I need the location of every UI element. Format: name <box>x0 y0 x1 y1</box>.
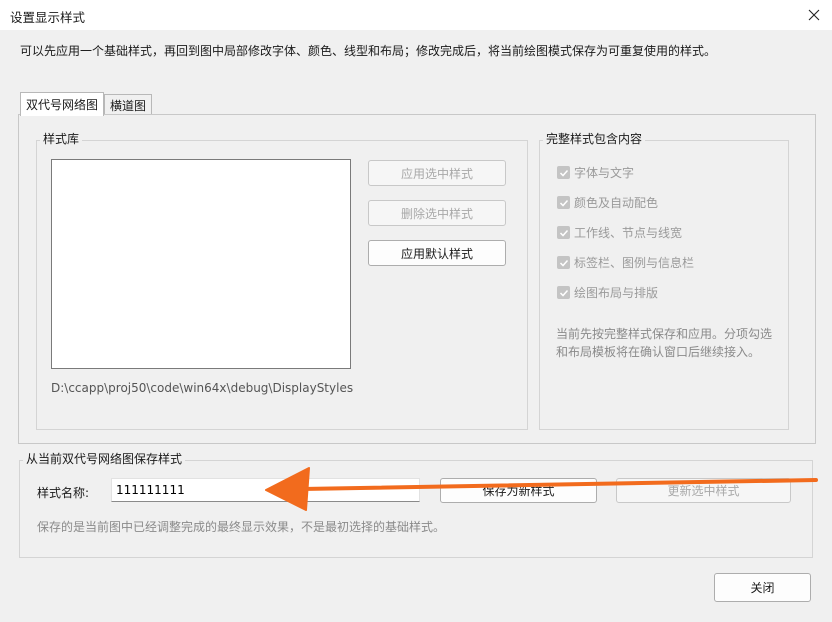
checkbox-checked-icon <box>557 226 570 239</box>
close-icon <box>808 9 820 21</box>
checkbox-labels-legend[interactable]: 标签栏、图例与信息栏 <box>557 254 694 271</box>
instruction-text: 可以先应用一个基础样式，再回到图中局部修改字体、颜色、线型和布局；修改完成后，将… <box>20 44 717 58</box>
checkbox-label: 标签栏、图例与信息栏 <box>574 256 695 270</box>
checkbox-checked-icon <box>557 166 570 179</box>
style-name-input[interactable] <box>111 478 420 502</box>
tab-gantt-chart[interactable]: 横道图 <box>104 94 152 116</box>
checkbox-checked-icon <box>557 256 570 269</box>
style-name-label: 样式名称: <box>37 486 90 500</box>
apply-default-style-button[interactable]: 应用默认样式 <box>368 240 506 266</box>
checkbox-checked-icon <box>557 196 570 209</box>
close-button[interactable]: 关闭 <box>714 573 811 602</box>
checkbox-font-text[interactable]: 字体与文字 <box>557 164 634 181</box>
checkbox-label: 字体与文字 <box>574 166 635 180</box>
contents-note: 当前先按完整样式保存和应用。分项勾选和布局模板将在确认窗口后继续接入。 <box>556 327 773 359</box>
save-style-label: 从当前双代号网络图保存样式 <box>23 452 186 466</box>
tab-network-diagram[interactable]: 双代号网络图 <box>20 92 104 116</box>
checkbox-lines-nodes[interactable]: 工作线、节点与线宽 <box>557 224 682 241</box>
checkbox-label: 颜色及自动配色 <box>574 196 659 210</box>
checkbox-label: 工作线、节点与线宽 <box>574 226 683 240</box>
style-library-label: 样式库 <box>40 132 83 146</box>
update-selected-style-button[interactable]: 更新选中样式 <box>616 478 791 503</box>
delete-selected-style-button[interactable]: 删除选中样式 <box>368 200 506 226</box>
title-bar <box>0 0 832 30</box>
save-style-group <box>19 460 813 558</box>
checkbox-layout[interactable]: 绘图布局与排版 <box>557 284 658 301</box>
save-as-new-style-button[interactable]: 保存为新样式 <box>440 478 597 503</box>
style-list[interactable] <box>51 159 351 369</box>
checkbox-color-auto[interactable]: 颜色及自动配色 <box>557 194 658 211</box>
apply-selected-style-button[interactable]: 应用选中样式 <box>368 160 506 186</box>
checkbox-checked-icon <box>557 286 570 299</box>
window-title: 设置显示样式 <box>10 10 86 25</box>
style-contents-label: 完整样式包含内容 <box>543 132 646 146</box>
checkbox-label: 绘图布局与排版 <box>574 286 659 300</box>
save-note: 保存的是当前图中已经调整完成的最终显示效果，不是最初选择的基础样式。 <box>37 520 446 534</box>
styles-folder-path: D:\ccapp\proj50\code\win64x\debug\Displa… <box>51 381 354 395</box>
window-close-button[interactable] <box>800 3 828 27</box>
